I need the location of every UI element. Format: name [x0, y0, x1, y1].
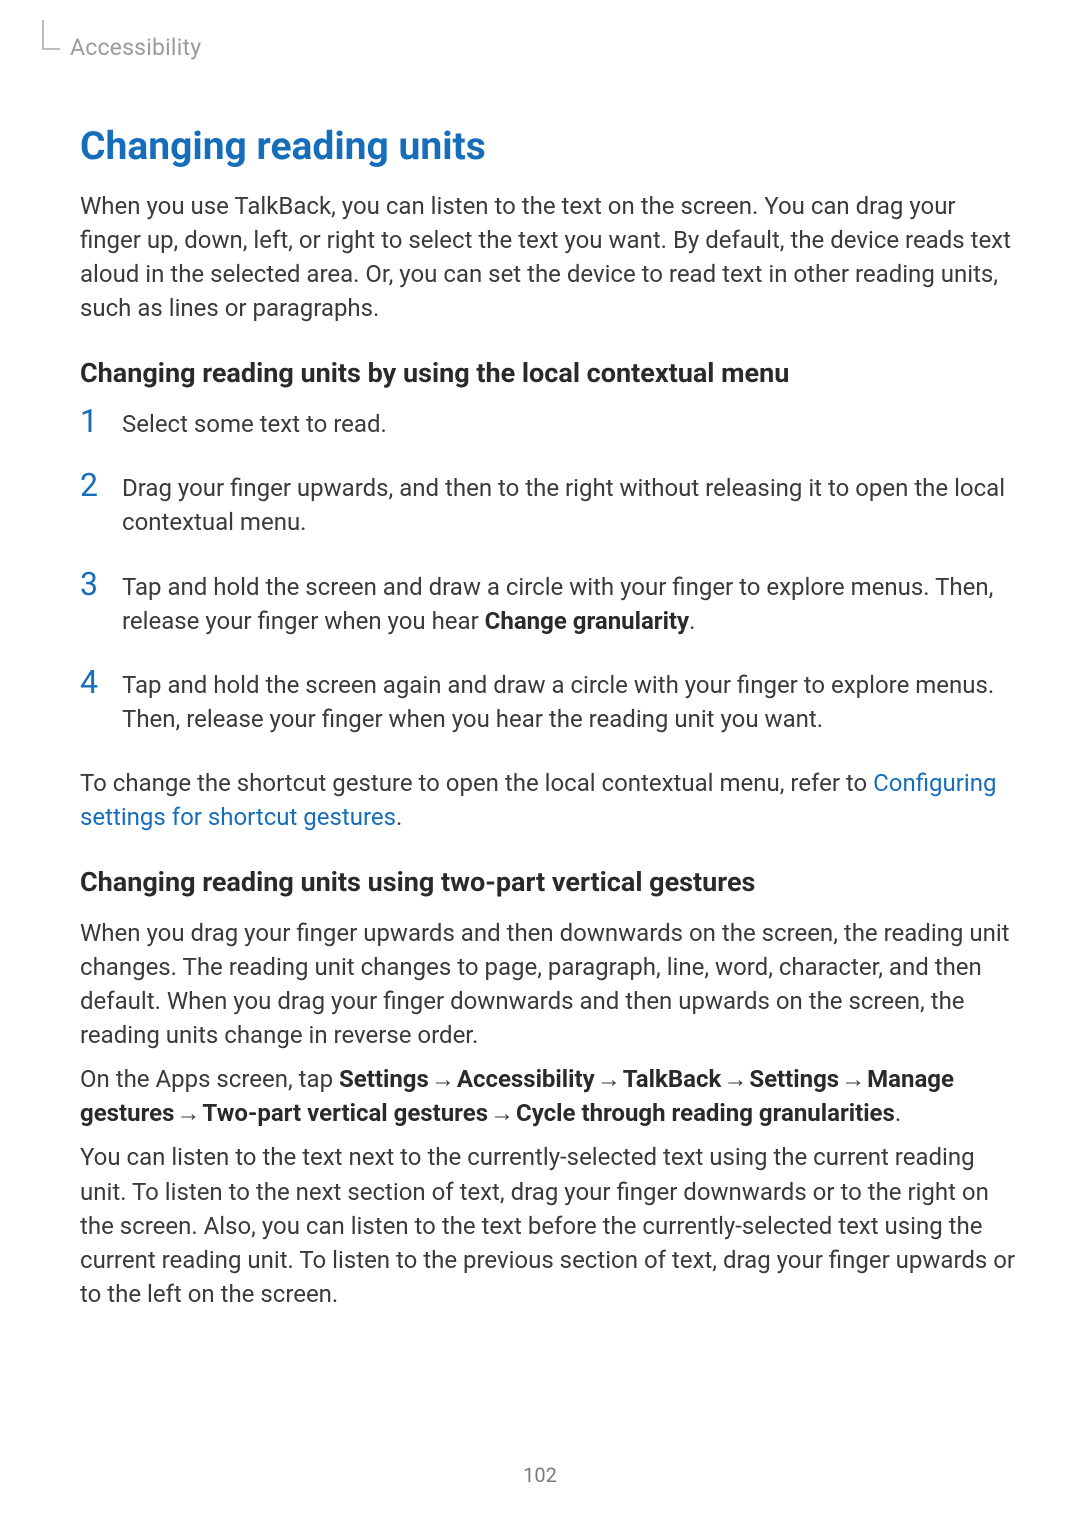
nav-part-two-part-vertical: Two-part vertical gestures — [202, 1099, 488, 1127]
nav-part-cycle-granularities: Cycle through reading granularities — [516, 1099, 895, 1127]
page: Accessibility Changing reading units Whe… — [0, 0, 1080, 1527]
arrow-icon: → — [174, 1096, 202, 1130]
arrow-icon: → — [595, 1062, 623, 1096]
arrow-icon: → — [839, 1062, 867, 1096]
step-item: Tap and hold the screen and draw a circl… — [80, 570, 1020, 638]
content-area: Changing reading units When you use Talk… — [80, 61, 1020, 1311]
intro-paragraph: When you use TalkBack, you can listen to… — [80, 189, 1020, 325]
nav-post-text: . — [895, 1099, 901, 1127]
step-text-post: . — [689, 607, 695, 635]
arrow-icon: → — [488, 1096, 516, 1130]
step-item: Tap and hold the screen again and draw a… — [80, 668, 1020, 736]
nav-pre-text: On the Apps screen, tap — [80, 1065, 339, 1093]
header-tab-decoration — [42, 20, 60, 50]
arrow-icon: → — [429, 1062, 457, 1096]
nav-part-settings: Settings — [339, 1065, 429, 1093]
two-part-paragraph-1: When you drag your finger upwards and th… — [80, 916, 1020, 1052]
shortcut-ref-paragraph: To change the shortcut gesture to open t… — [80, 766, 1020, 834]
subheading-two-part-gestures: Changing reading units using two-part ve… — [80, 866, 1020, 898]
nav-part-accessibility: Accessibility — [457, 1065, 595, 1093]
step-item: Drag your finger upwards, and then to th… — [80, 471, 1020, 539]
nav-path-paragraph: On the Apps screen, tap Settings→Accessi… — [80, 1062, 1020, 1130]
arrow-icon: → — [721, 1062, 749, 1096]
nav-part-talkback: TalkBack — [623, 1065, 722, 1093]
page-number: 102 — [0, 1463, 1080, 1487]
shortcut-pre-text: To change the shortcut gesture to open t… — [80, 769, 873, 797]
step-item: Select some text to read. — [80, 407, 1020, 441]
step-text: Tap and hold the screen again and draw a… — [122, 671, 994, 733]
subheading-local-contextual: Changing reading units by using the loca… — [80, 357, 1020, 389]
steps-list: Select some text to read. Drag your fing… — [80, 407, 1020, 736]
step-text: Drag your finger upwards, and then to th… — [122, 474, 1005, 536]
step-bold: Change granularity — [485, 607, 689, 635]
nav-part-settings2: Settings — [749, 1065, 839, 1093]
shortcut-post-text: . — [396, 803, 402, 831]
breadcrumb: Accessibility — [70, 34, 1020, 61]
two-part-paragraph-3: You can listen to the text next to the c… — [80, 1140, 1020, 1310]
section-title: Changing reading units — [80, 123, 1020, 169]
step-text: Select some text to read. — [122, 410, 387, 438]
